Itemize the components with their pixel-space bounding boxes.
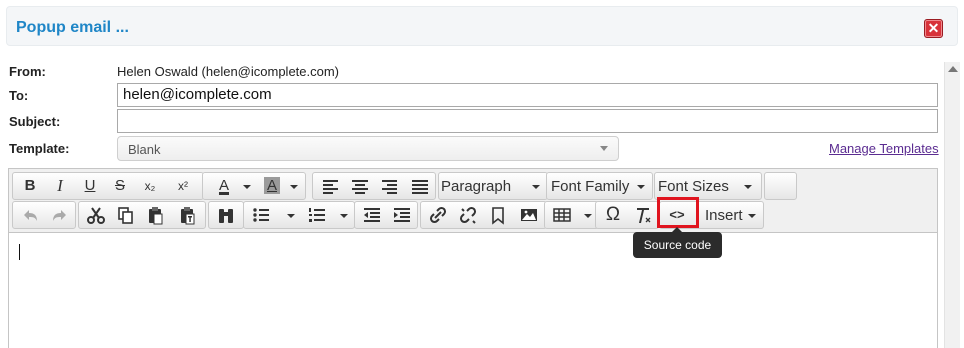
close-icon[interactable]: ✕ — [924, 19, 943, 38]
subject-label: Subject: — [9, 114, 61, 129]
align-group — [312, 172, 436, 200]
align-justify-icon[interactable] — [405, 173, 435, 199]
align-left-icon[interactable] — [315, 173, 345, 199]
text-cursor — [19, 244, 20, 260]
binoculars-icon[interactable] — [211, 202, 241, 228]
unlink-icon[interactable] — [453, 202, 483, 228]
chevron-down-icon — [748, 214, 756, 218]
editor-toolbar: B I U S x₂ x² A A Paragraph Font Family … — [9, 169, 937, 233]
indent-icon[interactable] — [387, 202, 417, 228]
underline-button[interactable]: U — [75, 173, 105, 199]
special-character-button[interactable]: Ω — [598, 202, 628, 228]
strikethrough-button[interactable]: S — [105, 173, 135, 199]
template-selected-value: Blank — [128, 142, 161, 157]
source-code-tooltip: Source code — [633, 232, 722, 258]
chevron-down-icon — [600, 146, 608, 151]
subscript-button[interactable]: x₂ — [135, 173, 165, 199]
chevron-down-icon — [744, 185, 752, 189]
table-dropdown[interactable] — [544, 201, 599, 229]
template-select[interactable]: Blank — [117, 136, 619, 161]
scroll-up-arrow-icon[interactable] — [948, 66, 958, 72]
numbered-list-dropdown-icon[interactable] — [340, 214, 348, 218]
bold-button[interactable]: B — [15, 173, 45, 199]
background-color-button[interactable]: A — [257, 173, 287, 199]
font-color-dropdown-icon[interactable] — [243, 185, 251, 189]
undo-icon[interactable] — [15, 202, 45, 228]
indent-group — [354, 201, 418, 229]
history-group — [12, 201, 76, 229]
paste-icon[interactable] — [141, 202, 171, 228]
outdent-icon[interactable] — [357, 202, 387, 228]
popup-title-bar: Popup email ... ✕ — [6, 6, 958, 46]
copy-icon[interactable] — [111, 202, 141, 228]
from-value: Helen Oswald (helen@icomplete.com) — [117, 64, 340, 79]
bullet-list-dropdown-icon[interactable] — [287, 214, 295, 218]
clipboard-group — [78, 201, 206, 229]
font-sizes-label: Font Sizes — [658, 178, 729, 195]
font-family-dropdown[interactable]: Font Family — [546, 172, 653, 200]
rich-text-editor: B I U S x₂ x² A A Paragraph Font Family … — [8, 168, 938, 348]
insert-menu-label[interactable]: Insert — [705, 207, 743, 224]
image-icon[interactable] — [514, 202, 544, 228]
popup-title: Popup email ... — [16, 19, 129, 36]
from-label: From: — [9, 64, 46, 79]
superscript-button[interactable]: x² — [168, 173, 198, 199]
font-family-label: Font Family — [551, 178, 630, 195]
format-group: B I U S x₂ x² — [12, 172, 204, 200]
table-icon — [547, 202, 577, 228]
editor-content-area[interactable] — [9, 234, 937, 348]
list-group — [243, 201, 355, 229]
subject-input[interactable] — [117, 109, 938, 133]
paragraph-label: Paragraph — [441, 178, 512, 195]
scrollbar[interactable] — [944, 62, 960, 348]
font-color-button[interactable]: A — [207, 173, 241, 199]
align-right-icon[interactable] — [375, 173, 405, 199]
special-group: Ω — [595, 201, 659, 229]
italic-button[interactable]: I — [45, 173, 75, 199]
template-label: Template: — [9, 141, 70, 156]
bookmark-icon[interactable] — [483, 202, 513, 228]
manage-templates-link[interactable]: Manage Templates — [829, 141, 939, 156]
cut-icon[interactable] — [81, 202, 111, 228]
find-replace-group — [208, 201, 244, 229]
background-color-swatch: A — [263, 177, 280, 194]
align-center-icon[interactable] — [345, 173, 375, 199]
redo-icon[interactable] — [45, 202, 75, 228]
clear-formatting-icon[interactable] — [628, 202, 658, 228]
link-icon[interactable] — [423, 202, 453, 228]
chevron-down-icon — [637, 185, 645, 189]
to-input[interactable]: helen@icomplete.com — [117, 83, 938, 107]
link-group — [420, 201, 547, 229]
background-color-dropdown-icon[interactable] — [290, 185, 298, 189]
bullet-list-icon[interactable] — [246, 202, 276, 228]
empty-toolbar-button[interactable] — [764, 172, 797, 200]
numbered-list-icon[interactable] — [302, 202, 332, 228]
chevron-down-icon — [584, 214, 592, 218]
paste-as-text-icon[interactable] — [173, 202, 203, 228]
color-group: A A — [202, 172, 306, 200]
source-code-highlight — [657, 197, 699, 228]
chevron-down-icon — [532, 185, 540, 189]
paragraph-dropdown[interactable]: Paragraph — [438, 172, 548, 200]
font-sizes-dropdown[interactable]: Font Sizes — [654, 172, 762, 200]
to-label: To: — [9, 88, 29, 103]
